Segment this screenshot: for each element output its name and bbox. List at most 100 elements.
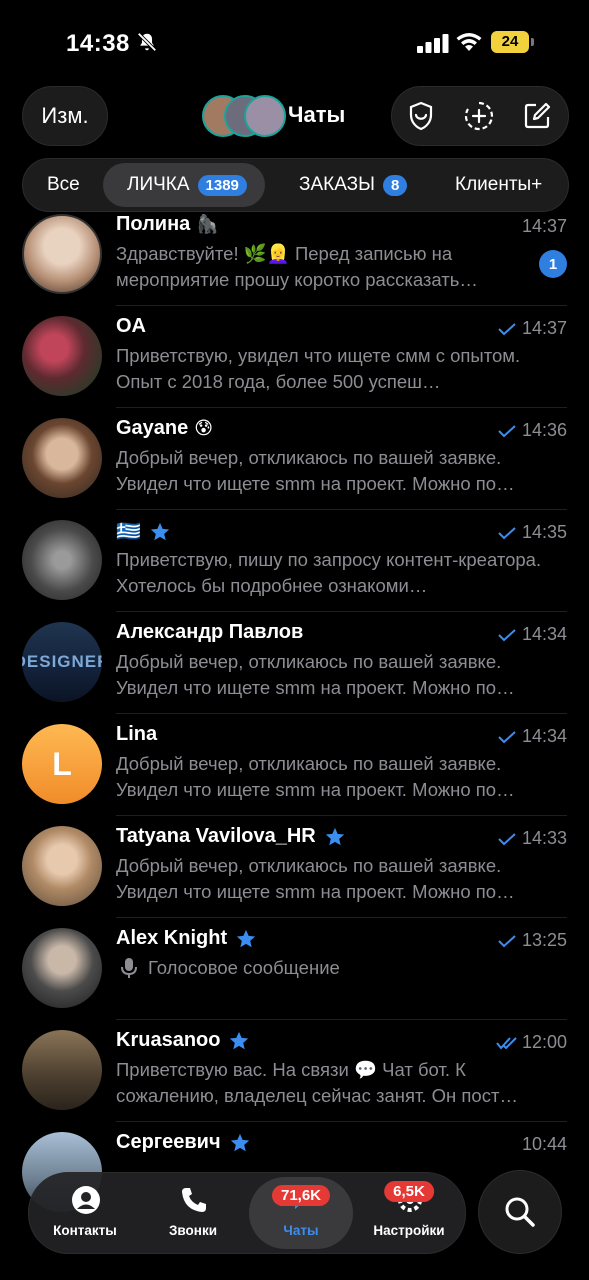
tab-lichka[interactable]: ЛИЧКА 1389: [103, 163, 265, 207]
chat-name: Tatyana Vavilova_HR: [116, 825, 316, 847]
chat-time: 12:00: [521, 1032, 567, 1052]
search-icon: [505, 1197, 535, 1227]
chat-time: 10:44: [521, 1134, 567, 1154]
avatar: [22, 928, 102, 1008]
wifi-icon: [456, 33, 482, 51]
bottom-tab-bar: Контакты Звонки 71,6K Чаты 6,5K Настройк…: [28, 1172, 466, 1254]
avatar: [22, 214, 102, 294]
avatar: [22, 418, 102, 498]
voice-message-label: Голосовое сообщение: [148, 957, 340, 978]
verified-star-icon: [325, 827, 344, 845]
read-check-icon: [498, 730, 516, 743]
chat-name: Полина: [116, 213, 191, 235]
unread-badge: 1: [539, 250, 567, 278]
chat-name: Alex Knight: [116, 927, 228, 949]
chat-name: OA: [116, 315, 146, 337]
chat-name: Gayane: [116, 417, 189, 439]
compose-icon[interactable]: [520, 99, 554, 133]
chat-row[interactable]: 🇬🇷 14:35 Приветствую, пишу по запросу ко…: [0, 510, 589, 612]
verified-star-icon: [150, 522, 170, 540]
tab-label: ЛИЧКА: [127, 174, 190, 195]
chat-time: 14:34: [521, 624, 567, 644]
chat-row[interactable]: DESIGNER Александр Павлов 14:34 Добрый в…: [0, 612, 589, 714]
chat-row[interactable]: Tatyana Vavilova_HR 14:33 Добрый вечер, …: [0, 816, 589, 918]
read-check-icon: [498, 934, 516, 947]
avatar: L: [22, 724, 102, 804]
chat-preview: Здравствуйте! 🌿👱‍♀️ Перед записью на мер…: [116, 243, 478, 290]
tab-count-badge: 8: [382, 174, 408, 196]
unread-count-badge: 71,6K: [271, 1185, 331, 1206]
battery-tip: [531, 38, 534, 46]
chat-time: 14:34: [521, 726, 567, 746]
read-check-icon: [498, 832, 516, 845]
chat-time: 14:37: [521, 318, 567, 338]
read-check-icon: [498, 526, 516, 539]
shield-icon[interactable]: [404, 99, 438, 133]
cellular-signal-icon: [417, 34, 449, 53]
nav-label: Контакты: [53, 1223, 117, 1238]
status-emoji: 😰: [194, 418, 214, 438]
chat-name: Kruasanoo: [116, 1029, 221, 1051]
battery-indicator: 24: [491, 31, 535, 53]
bell-muted-icon: [137, 32, 157, 52]
nav-label: Настройки: [373, 1223, 445, 1238]
verified-star-icon: [230, 1133, 249, 1151]
nav-label: Звонки: [168, 1223, 218, 1238]
nav-contacts[interactable]: Контакты: [33, 1173, 137, 1253]
microphone-icon: [121, 958, 137, 978]
chat-row[interactable]: Полина 🦍 14:37 Здравствуйте! 🌿👱‍♀️ Перед …: [0, 204, 589, 306]
chat-row[interactable]: Gayane 😰 14:36 Добрый вечер, откликаюсь п…: [0, 408, 589, 510]
notification-badge: 6,5K: [384, 1181, 434, 1202]
chat-preview: Добрый вечер, откликаюсь по вашей заявке…: [116, 651, 515, 698]
chat-row[interactable]: Alex Knight 13:25 Голосовое сообщение: [0, 918, 589, 1020]
chat-time: 14:37: [521, 216, 567, 236]
page-title: Чаты: [288, 102, 346, 127]
avatar-initial: L: [52, 745, 72, 782]
status-time: 14:38: [66, 30, 130, 57]
chat-time: 13:25: [521, 930, 567, 950]
search-button[interactable]: [478, 1170, 562, 1254]
chat-preview: Приветствую, пишу по запросу контент-кре…: [116, 549, 542, 596]
chat-row[interactable]: Kruasanoo 12:00 Приветствую вас. На связ…: [0, 1020, 589, 1122]
read-check-icon: [498, 424, 516, 437]
avatar: [244, 95, 286, 137]
chat-time: 14:36: [521, 420, 567, 440]
verified-star-icon: [230, 1031, 249, 1049]
tab-label: ЗАКАЗЫ: [299, 174, 375, 195]
chat-time: 14:33: [521, 828, 567, 848]
header-actions: [391, 86, 569, 146]
tab-count-badge: 1389: [197, 174, 247, 196]
chat-name: Lina: [116, 723, 158, 745]
new-story-icon[interactable]: [462, 99, 496, 133]
phone-icon: [182, 1188, 206, 1212]
avatar: DESIGNER: [22, 622, 102, 702]
avatar-stack: [202, 93, 286, 137]
nav-chats[interactable]: 71,6K Чаты: [249, 1177, 353, 1249]
nav-calls[interactable]: Звонки: [141, 1173, 245, 1253]
nav-settings[interactable]: 6,5K Настройки: [357, 1173, 461, 1253]
tab-label: Все: [47, 174, 80, 195]
double-check-icon: [496, 1036, 517, 1050]
chat-name: 🇬🇷: [116, 521, 141, 543]
avatar: [22, 520, 102, 600]
avatar: [22, 826, 102, 906]
chat-preview: Добрый вечер, откликаюсь по вашей заявке…: [116, 753, 515, 800]
chat-preview: Приветствую вас. На связи 💬 Чат бот. К с…: [116, 1059, 518, 1106]
chat-preview: Добрый вечер, откликаюсь по вашей заявке…: [116, 855, 515, 902]
chat-preview: Голосовое сообщение: [116, 955, 546, 1007]
header-title-group[interactable]: Чаты: [202, 93, 345, 137]
chat-name: Александр Павлов: [116, 621, 304, 643]
edit-button[interactable]: Изм.: [22, 86, 108, 146]
read-check-icon: [498, 322, 516, 335]
status-emoji: 🦍: [196, 214, 219, 234]
status-bar: 14:38 24: [0, 0, 589, 80]
nav-label: Чаты: [283, 1223, 319, 1238]
tab-label: Клиенты+: [455, 174, 543, 195]
chat-row[interactable]: L Lina 14:34 Добрый вечер, откликаюсь по…: [0, 714, 589, 816]
avatar: [22, 316, 102, 396]
read-check-icon: [498, 628, 516, 641]
chat-time: 14:35: [521, 522, 567, 542]
verified-star-icon: [236, 929, 256, 947]
chat-preview: Добрый вечер, откликаюсь по вашей заявке…: [116, 447, 515, 494]
chat-row[interactable]: OA 14:37 Приветствую, увидел что ищете с…: [0, 306, 589, 408]
